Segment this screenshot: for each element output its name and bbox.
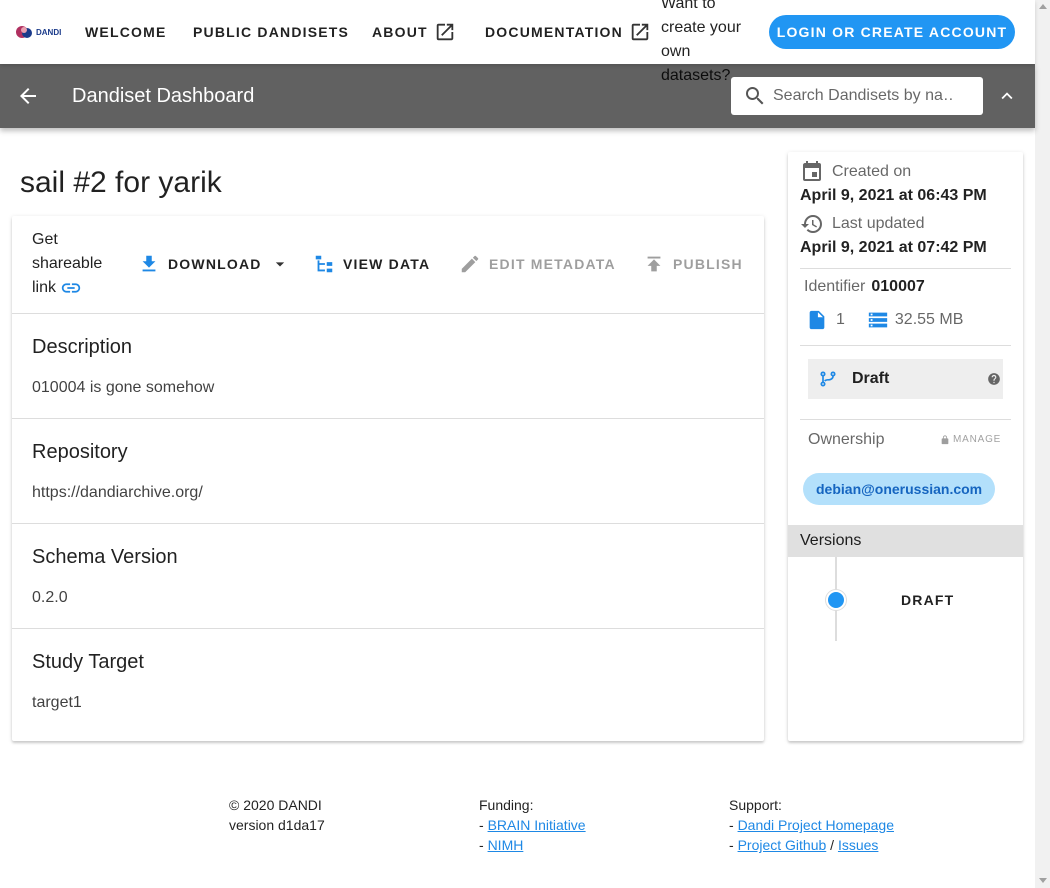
ownership-label: Ownership xyxy=(808,431,885,448)
nav-about[interactable]: ABOUT xyxy=(372,22,456,42)
external-link-icon xyxy=(631,23,649,41)
repository-section: Repository https://dandiarchive.org/ xyxy=(12,419,764,524)
pencil-icon xyxy=(461,255,479,273)
identifier-value: 010007 xyxy=(871,278,925,295)
top-app-bar: DANDI WELCOME PUBLIC DANDISETS ABOUT DOC… xyxy=(0,0,1035,84)
dandi-logo-icon xyxy=(15,24,33,40)
divider xyxy=(800,345,1011,346)
identifier-row: Identifier 010007 xyxy=(804,278,925,296)
schema-version-section: Schema Version 0.2.0 xyxy=(12,524,764,629)
created-date: April 9, 2021 at 06:43 PM xyxy=(800,187,987,204)
study-target-section: Study Target target1 xyxy=(12,629,764,734)
dandiset-main-card: Get shareable link DOWNLOAD VIEW DATA ED… xyxy=(12,216,764,741)
description-section: Description 010004 is gone somehow xyxy=(12,314,764,419)
version-dot xyxy=(826,590,846,610)
storage-icon xyxy=(868,312,888,328)
project-github-link[interactable]: Project Github xyxy=(738,837,827,853)
publish-label: PUBLISH xyxy=(673,256,743,272)
source-branch-icon xyxy=(820,371,836,387)
edit-metadata-label: EDIT METADATA xyxy=(489,256,616,272)
project-homepage-link[interactable]: Dandi Project Homepage xyxy=(738,817,894,833)
nav-public-dandisets[interactable]: PUBLIC DANDISETS xyxy=(193,22,349,42)
search-input[interactable] xyxy=(773,87,953,105)
version-status-label: Draft xyxy=(852,370,890,387)
scroll-down-arrow[interactable] xyxy=(1039,878,1047,883)
action-row: Get shareable link DOWNLOAD VIEW DATA ED… xyxy=(12,216,764,314)
created-on-row: Created on xyxy=(800,160,911,184)
edit-metadata-button[interactable]: EDIT METADATA xyxy=(459,252,616,276)
divider xyxy=(800,419,1011,420)
footer-copyright: © 2020 DANDI version d1da17 xyxy=(229,795,325,835)
brain-initiative-link[interactable]: BRAIN Initiative xyxy=(488,817,586,833)
manage-button[interactable]: MANAGE xyxy=(940,434,1001,445)
search-field[interactable] xyxy=(731,77,983,115)
publish-icon xyxy=(647,256,661,272)
last-updated-row: Last updated xyxy=(800,212,925,236)
issues-link[interactable]: Issues xyxy=(838,837,878,853)
footer-support: Support: - Dandi Project Homepage - Proj… xyxy=(729,797,894,853)
file-icon xyxy=(809,310,825,330)
dashboard-toolbar: Dandiset Dashboard xyxy=(0,64,1035,128)
calendar-icon xyxy=(803,161,821,181)
download-label: DOWNLOAD xyxy=(168,256,262,272)
manage-label: MANAGE xyxy=(953,434,1002,445)
section-value: 0.2.0 xyxy=(32,589,68,606)
view-data-label: VIEW DATA xyxy=(343,256,431,272)
publish-button[interactable]: PUBLISH xyxy=(643,252,743,276)
toolbar-title: Dandiset Dashboard xyxy=(72,85,255,107)
dandiset-title: sail #2 for yarik xyxy=(20,166,222,199)
version-text: version d1da17 xyxy=(229,817,325,833)
section-heading: Study Target xyxy=(32,651,144,673)
section-heading: Schema Version xyxy=(32,546,178,568)
owner-chip[interactable]: debian@onerussian.com xyxy=(803,473,996,505)
section-heading: Repository xyxy=(32,441,128,463)
section-value: https://dandiarchive.org/ xyxy=(32,484,203,501)
caret-down-icon xyxy=(275,262,284,267)
nav-about-label: ABOUT xyxy=(372,24,428,40)
logo-text: DANDI xyxy=(36,27,62,37)
download-button[interactable]: DOWNLOAD xyxy=(138,252,290,276)
version-status: Draft xyxy=(808,359,1003,399)
nav-documentation-label: DOCUMENTATION xyxy=(485,24,623,40)
dandiset-info-card: Created on April 9, 2021 at 06:43 PM Las… xyxy=(788,152,1023,741)
section-value: target1 xyxy=(32,694,82,711)
copyright-text: © 2020 DANDI xyxy=(229,797,322,813)
section-heading: Description xyxy=(32,336,133,358)
get-shareable-link[interactable]: Get shareable link xyxy=(32,228,112,300)
page-scrollbar[interactable] xyxy=(1035,0,1050,888)
footer-funding: Funding: - BRAIN Initiative - NIMH xyxy=(479,797,586,853)
section-value: 010004 is gone somehow xyxy=(32,379,215,396)
nav-welcome-label: WELCOME xyxy=(85,24,167,40)
updated-date: April 9, 2021 at 07:42 PM xyxy=(800,239,987,256)
nav-welcome[interactable]: WELCOME xyxy=(85,22,167,42)
back-arrow-icon[interactable] xyxy=(16,84,40,108)
dandi-logo[interactable]: DANDI xyxy=(15,22,63,42)
divider xyxy=(800,268,1011,269)
created-label: Created on xyxy=(832,163,912,180)
chevron-up-icon[interactable] xyxy=(996,85,1018,107)
help-icon[interactable] xyxy=(987,372,1001,386)
file-tree-icon xyxy=(315,255,333,273)
link-icon xyxy=(62,283,81,293)
history-icon xyxy=(801,215,822,233)
view-data-button[interactable]: VIEW DATA xyxy=(313,252,430,276)
file-count: 1 xyxy=(836,311,845,328)
identifier-label: Identifier xyxy=(804,278,866,295)
download-icon xyxy=(142,255,156,272)
support-label: Support: xyxy=(729,797,782,813)
scroll-up-arrow[interactable] xyxy=(1039,4,1047,9)
nav-documentation[interactable]: DOCUMENTATION xyxy=(485,22,651,42)
versions-header: Versions xyxy=(788,525,1023,557)
updated-label: Last updated xyxy=(832,215,925,232)
funding-label: Funding: xyxy=(479,797,534,813)
version-draft-item[interactable]: DRAFT xyxy=(901,592,954,608)
nimh-link[interactable]: NIMH xyxy=(488,837,524,853)
stats-row: 1 32.55 MB xyxy=(806,309,963,331)
login-button[interactable]: LOGIN OR CREATE ACCOUNT xyxy=(769,15,1015,49)
create-datasets-promo: Want to create your own datasets? xyxy=(661,0,742,84)
nav-public-dandisets-label: PUBLIC DANDISETS xyxy=(193,24,350,40)
lock-icon xyxy=(941,434,949,444)
external-link-icon xyxy=(436,23,454,41)
size-value: 32.55 MB xyxy=(894,311,964,328)
